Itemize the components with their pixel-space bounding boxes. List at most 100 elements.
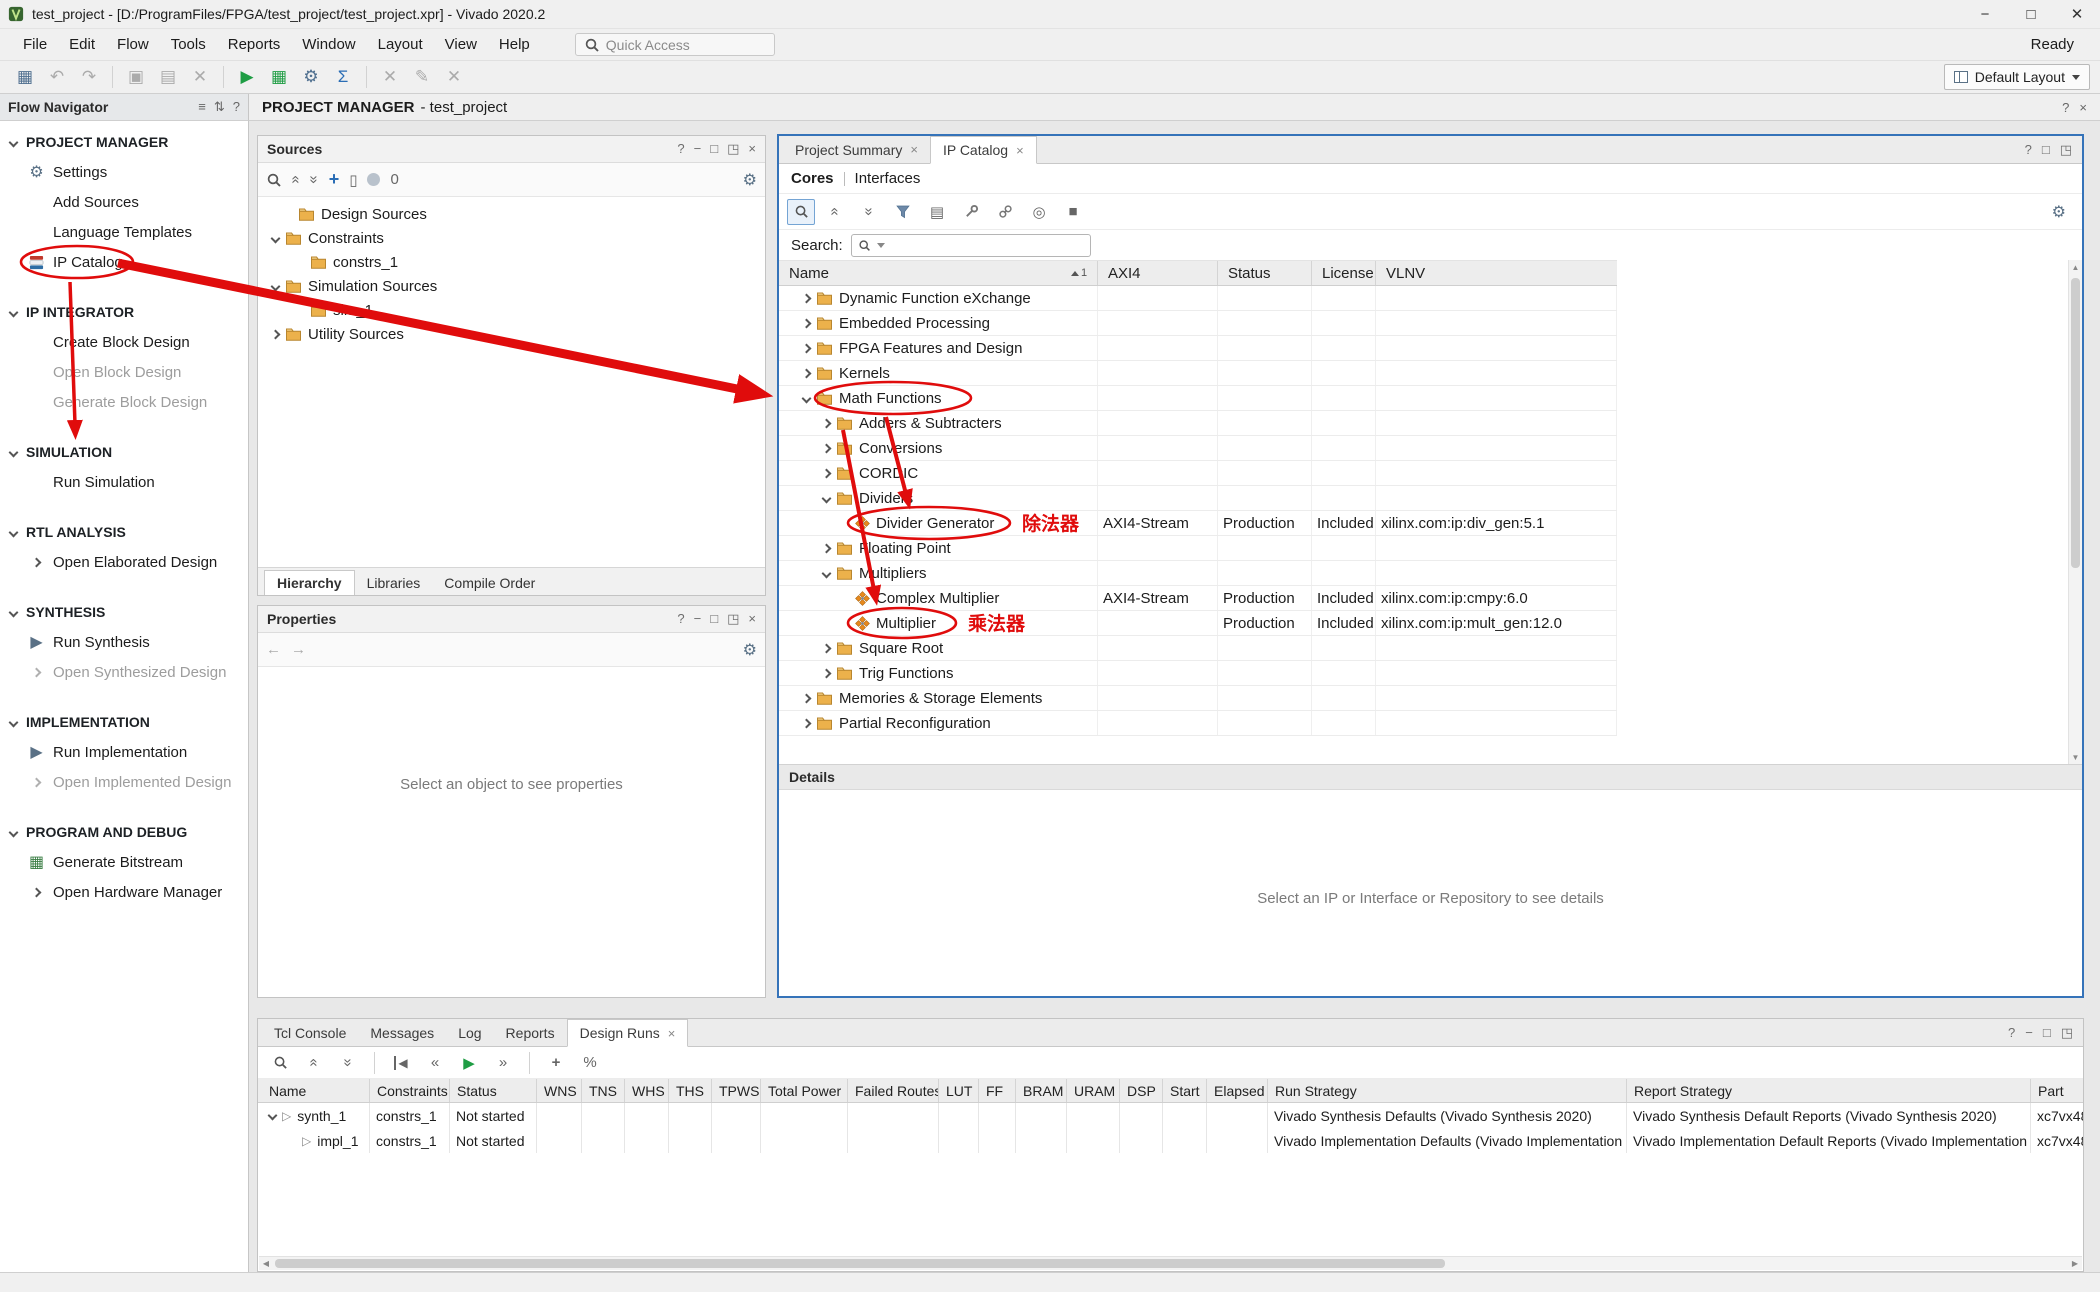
- ip-category-row[interactable]: FPGA Features and Design: [779, 336, 1617, 361]
- chevron-right-icon[interactable]: [802, 693, 812, 703]
- ip-category-row[interactable]: CORDIC: [779, 461, 1617, 486]
- sidebar-item-open-block-design[interactable]: Open Block Design: [0, 357, 248, 387]
- chevron-right-icon[interactable]: [271, 329, 281, 339]
- menu-file[interactable]: File: [12, 32, 58, 57]
- menu-reports[interactable]: Reports: [217, 32, 292, 57]
- column-header-report-strategy[interactable]: Report Strategy: [1626, 1079, 2030, 1102]
- help-icon[interactable]: ?: [677, 141, 684, 157]
- column-header-tpws[interactable]: TPWS: [711, 1079, 760, 1102]
- scrollbar-horizontal[interactable]: ◀ ▶: [259, 1256, 2082, 1270]
- close-icon[interactable]: ×: [748, 611, 756, 627]
- sidebar-item-generate-bitstream[interactable]: ▦Generate Bitstream: [0, 847, 248, 877]
- column-header-name[interactable]: Name: [262, 1079, 369, 1102]
- stop-icon[interactable]: ■: [1059, 199, 1087, 225]
- play-icon[interactable]: ▶: [455, 1050, 483, 1076]
- menu-view[interactable]: View: [434, 32, 488, 57]
- add-icon[interactable]: +: [542, 1050, 570, 1076]
- delete-icon[interactable]: ✕: [185, 64, 215, 90]
- sidebar-item-generate-block-design[interactable]: Generate Block Design: [0, 387, 248, 417]
- maximize-icon[interactable]: □: [710, 141, 718, 157]
- help-icon[interactable]: ?: [2008, 1025, 2015, 1040]
- chevron-right-icon[interactable]: [822, 443, 832, 453]
- tab-libraries[interactable]: Libraries: [355, 571, 433, 595]
- tree-item-constrs-1[interactable]: constrs_1: [258, 250, 765, 274]
- program-icon[interactable]: ▦: [264, 64, 294, 90]
- step-forward-icon[interactable]: »: [489, 1050, 517, 1076]
- expand-all-icon[interactable]: »: [855, 199, 883, 225]
- sum-icon[interactable]: Σ: [328, 64, 358, 90]
- chevron-down-icon[interactable]: [271, 233, 281, 243]
- sidebar-item-ip-catalog[interactable]: IP Catalog: [0, 247, 248, 277]
- column-header-bram[interactable]: BRAM: [1015, 1079, 1066, 1102]
- close-icon[interactable]: ✕: [2054, 0, 2100, 28]
- chevron-right-icon[interactable]: [822, 468, 832, 478]
- tree-item-utility-sources[interactable]: Utility Sources: [258, 322, 765, 346]
- tab-hierarchy[interactable]: Hierarchy: [264, 570, 355, 595]
- sidebar-item-run-simulation[interactable]: Run Simulation: [0, 467, 248, 497]
- minimize-icon[interactable]: −: [694, 611, 702, 627]
- edit-icon[interactable]: ✎: [407, 64, 437, 90]
- flownav-section-header[interactable]: SIMULATION: [0, 437, 248, 467]
- chevron-right-icon[interactable]: [802, 343, 812, 353]
- ip-category-row-multipliers[interactable]: Multipliers: [779, 561, 1617, 586]
- tree-item-sim-1[interactable]: sim_1: [258, 298, 765, 322]
- tab-cores[interactable]: Cores: [791, 170, 834, 187]
- ip-category-row-math-functions[interactable]: Math Functions: [779, 386, 1617, 411]
- help-icon[interactable]: ?: [2025, 142, 2032, 157]
- column-header-vlnv[interactable]: VLNV: [1375, 261, 1617, 285]
- ip-core-row-multiplier[interactable]: Multiplier Production Included xilinx.co…: [779, 611, 1617, 636]
- maximize-icon[interactable]: □: [2008, 0, 2054, 28]
- wrench-icon[interactable]: [957, 199, 985, 225]
- tab-messages[interactable]: Messages: [358, 1019, 446, 1046]
- scroll-left-icon[interactable]: ◀: [259, 1257, 273, 1270]
- close-icon[interactable]: ×: [2079, 100, 2087, 115]
- column-header-status[interactable]: Status: [1217, 261, 1311, 285]
- sidebar-item-open-hardware-manager[interactable]: Open Hardware Manager: [0, 877, 248, 907]
- column-header-axi4[interactable]: AXI4: [1097, 261, 1217, 285]
- chevron-down-icon[interactable]: [822, 493, 832, 503]
- step-back-icon[interactable]: «: [421, 1050, 449, 1076]
- column-header-uram[interactable]: URAM: [1066, 1079, 1119, 1102]
- column-header-ff[interactable]: FF: [978, 1079, 1015, 1102]
- ip-category-row[interactable]: Kernels: [779, 361, 1617, 386]
- tab-project-summary[interactable]: Project Summary ×: [783, 136, 930, 163]
- flownav-section-header[interactable]: PROJECT MANAGER: [0, 127, 248, 157]
- tab-tcl-console[interactable]: Tcl Console: [262, 1019, 358, 1046]
- expand-all-icon[interactable]: »: [334, 1050, 362, 1076]
- ip-category-row[interactable]: Square Root: [779, 636, 1617, 661]
- search-icon[interactable]: [787, 199, 815, 225]
- ip-category-row[interactable]: Conversions: [779, 436, 1617, 461]
- ip-category-row-dividers[interactable]: Dividers: [779, 486, 1617, 511]
- chevron-right-icon[interactable]: [822, 668, 832, 678]
- add-sources-icon[interactable]: +: [329, 169, 340, 190]
- sort-icon[interactable]: ⇅: [214, 99, 225, 115]
- tab-interfaces[interactable]: Interfaces: [855, 170, 921, 187]
- help-icon[interactable]: ?: [677, 611, 684, 627]
- cancel-icon[interactable]: ✕: [375, 64, 405, 90]
- table-row-impl-1[interactable]: ▷impl_1 constrs_1 Not started Vivado Imp…: [258, 1128, 2083, 1153]
- chevron-right-icon[interactable]: [802, 718, 812, 728]
- tab-design-runs[interactable]: Design Runs×: [567, 1019, 689, 1047]
- tab-reports[interactable]: Reports: [494, 1019, 567, 1046]
- search-icon[interactable]: [266, 1050, 294, 1076]
- settings-icon[interactable]: ⚙: [296, 64, 326, 90]
- flownav-section-header[interactable]: SYNTHESIS: [0, 597, 248, 627]
- column-header-failed-routes[interactable]: Failed Routes: [847, 1079, 938, 1102]
- ip-category-row[interactable]: Memories & Storage Elements: [779, 686, 1617, 711]
- ip-category-row[interactable]: Floating Point: [779, 536, 1617, 561]
- sidebar-item-open-synthesized-design[interactable]: Open Synthesized Design: [0, 657, 248, 687]
- tab-log[interactable]: Log: [446, 1019, 493, 1046]
- sidebar-item-create-block-design[interactable]: Create Block Design: [0, 327, 248, 357]
- menu-help[interactable]: Help: [488, 32, 541, 57]
- column-header-elapsed[interactable]: Elapsed: [1206, 1079, 1267, 1102]
- column-header-name[interactable]: Name: [779, 261, 1097, 285]
- maximize-icon[interactable]: □: [710, 611, 718, 627]
- search-input[interactable]: [851, 234, 1091, 257]
- sidebar-item-run-implementation[interactable]: ▶Run Implementation: [0, 737, 248, 767]
- float-icon[interactable]: ◳: [2060, 142, 2072, 158]
- close-icon[interactable]: ×: [910, 142, 918, 157]
- back-icon[interactable]: ←: [266, 641, 281, 658]
- percent-icon[interactable]: %: [576, 1050, 604, 1076]
- layout-selector[interactable]: Default Layout: [1944, 64, 2090, 90]
- tree-item-simulation-sources[interactable]: Simulation Sources: [258, 274, 765, 298]
